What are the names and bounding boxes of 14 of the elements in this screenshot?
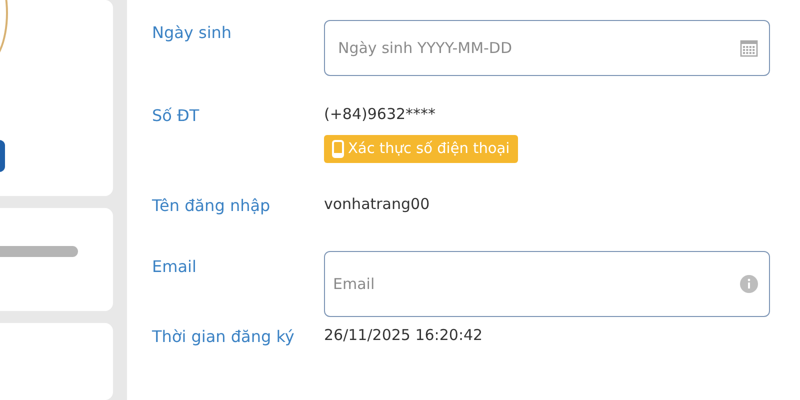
email-field[interactable]: Email	[324, 251, 770, 317]
phone-value: (+84)9632****	[324, 105, 436, 123]
username-value: vonhatrang00	[324, 195, 430, 213]
calendar-icon	[740, 39, 758, 57]
registration-time-value: 26/11/2025 16:20:42	[324, 326, 483, 344]
birthdate-field[interactable]: Ngày sinh YYYY-MM-DD	[324, 20, 770, 76]
phone-icon	[332, 140, 344, 158]
field-label: Ngày sinh	[152, 22, 233, 42]
field-label: Email	[152, 256, 198, 276]
field-label: Thời gian đăng ký	[152, 326, 296, 346]
verify-phone-button[interactable]: Xác thực số điện thoại	[324, 135, 518, 163]
field-label: Số ĐT	[152, 105, 200, 125]
info-icon	[740, 275, 758, 293]
field-label: Tên đăng nhập	[152, 195, 272, 215]
